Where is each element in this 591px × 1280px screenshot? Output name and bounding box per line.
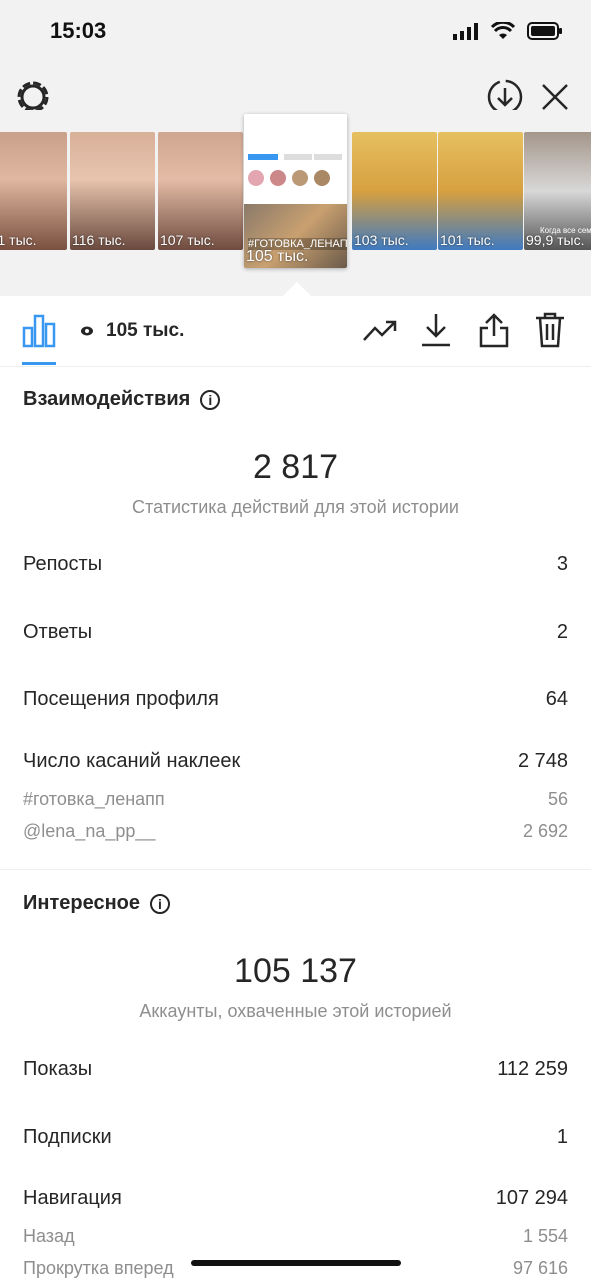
discovery-section-title: Интересное i [23, 892, 170, 915]
stat-subrow: @lena_na_pp__ 2 692 [23, 821, 568, 842]
discovery-title: Интересное [23, 892, 140, 914]
selected-story-pointer [283, 282, 311, 296]
story-thumbnail[interactable]: 103 тыс. [352, 132, 437, 250]
stat-value: 112 259 [497, 1058, 568, 1080]
interactions-section-title: Взаимодействия i [23, 388, 221, 411]
interactions-title: Взаимодействия [23, 388, 191, 410]
trending-icon[interactable] [362, 318, 398, 344]
stat-row: Репосты 3 [23, 553, 568, 576]
stat-value: 107 294 [495, 1187, 568, 1209]
battery-icon [527, 22, 562, 40]
close-icon[interactable] [540, 82, 570, 112]
stat-label: Назад [23, 1226, 75, 1246]
insights-toolbar: 105 тыс. [0, 296, 591, 367]
views-count-label: 105 тыс. [106, 320, 185, 341]
stat-value: 64 [545, 688, 568, 710]
status-icons [453, 22, 563, 40]
thumbnail-view-count: 116 тыс. [72, 232, 126, 248]
status-bar: 15:03 [0, 0, 591, 64]
stat-label: Ответы [23, 621, 93, 643]
home-indicator[interactable] [191, 1260, 401, 1266]
stat-label: Посещения профиля [23, 688, 219, 710]
stat-value: 2 [556, 621, 568, 643]
discovery-total: 105 137 [234, 952, 357, 990]
thumbnail-view-count: 111 тыс. [0, 232, 37, 248]
story-thumbnail[interactable]: 116 тыс. [70, 132, 155, 250]
stat-label: @lena_na_pp__ [23, 821, 156, 841]
interactions-subtitle: Статистика действий для этой истории [132, 497, 459, 517]
trash-icon[interactable] [534, 312, 566, 348]
share-icon[interactable] [478, 312, 510, 348]
info-icon[interactable]: i [150, 893, 170, 914]
interactions-total: 2 817 [252, 448, 339, 486]
thumbnail-profile-preview [244, 114, 347, 204]
thumbnail-view-count: 103 тыс. [354, 232, 409, 248]
story-thumbnail[interactable]: 101 тыс. [438, 132, 523, 250]
views-count: 105 тыс. [80, 320, 184, 342]
stat-label: #готовка_ленапп [23, 789, 165, 809]
stat-row: Число касаний наклеек 2 748 [23, 750, 568, 773]
stat-label: Число касаний наклеек [23, 750, 241, 772]
eye-icon [81, 326, 93, 336]
story-thumbnail[interactable]: 107 тыс. [158, 132, 243, 250]
stat-label: Показы [23, 1058, 93, 1080]
stat-subrow: Назад 1 554 [23, 1226, 568, 1247]
active-tab-indicator [22, 362, 56, 365]
stat-value: 97 616 [512, 1258, 568, 1278]
thumbnail-view-count: 99,9 тыс. [526, 232, 585, 248]
thumbnail-view-count: 107 тыс. [160, 232, 215, 248]
stat-row: Навигация 107 294 [23, 1187, 568, 1210]
stat-label: Подписки [23, 1126, 112, 1148]
discovery-subtitle: Аккаунты, охваченные этой историей [139, 1001, 452, 1021]
stat-row: Подписки 1 [23, 1126, 568, 1149]
story-thumbnail-strip: 111 тыс. 116 тыс. 107 тыс. #ГОТОВКА_ЛЕНА… [0, 110, 591, 296]
stat-value: 2 748 [517, 750, 568, 772]
stat-value: 2 692 [522, 821, 568, 841]
stat-row: Ответы 2 [23, 621, 568, 644]
section-divider [0, 869, 591, 870]
stat-value: 56 [547, 789, 568, 809]
story-thumbnail[interactable]: Когда все семья на... 99,9 тыс. [524, 132, 591, 250]
status-time: 15:03 [50, 18, 107, 43]
story-thumbnail-selected[interactable]: #ГОТОВКА_ЛЕНАПП 105 тыс. [244, 114, 347, 268]
wifi-icon [491, 22, 515, 39]
stat-subrow: #готовка_ленапп 56 [23, 789, 568, 810]
download-icon[interactable] [420, 312, 452, 348]
stat-value: 3 [556, 553, 568, 575]
thumbnail-view-count: 105 тыс. [246, 248, 309, 265]
stat-label: Репосты [23, 553, 103, 575]
stat-value: 1 [556, 1126, 568, 1148]
stat-label: Прокрутка вперед [23, 1258, 174, 1278]
insights-bar-chart-icon[interactable] [22, 314, 56, 348]
thumbnail-view-count: 101 тыс. [440, 232, 495, 248]
stat-row: Посещения профиля 64 [23, 688, 568, 711]
story-thumbnail[interactable]: 111 тыс. [0, 132, 67, 250]
info-icon[interactable]: i [200, 389, 221, 410]
signal-icon [453, 23, 478, 40]
stat-row: Показы 112 259 [23, 1058, 568, 1081]
stat-label: Навигация [23, 1187, 122, 1209]
stat-value: 1 554 [522, 1226, 568, 1246]
